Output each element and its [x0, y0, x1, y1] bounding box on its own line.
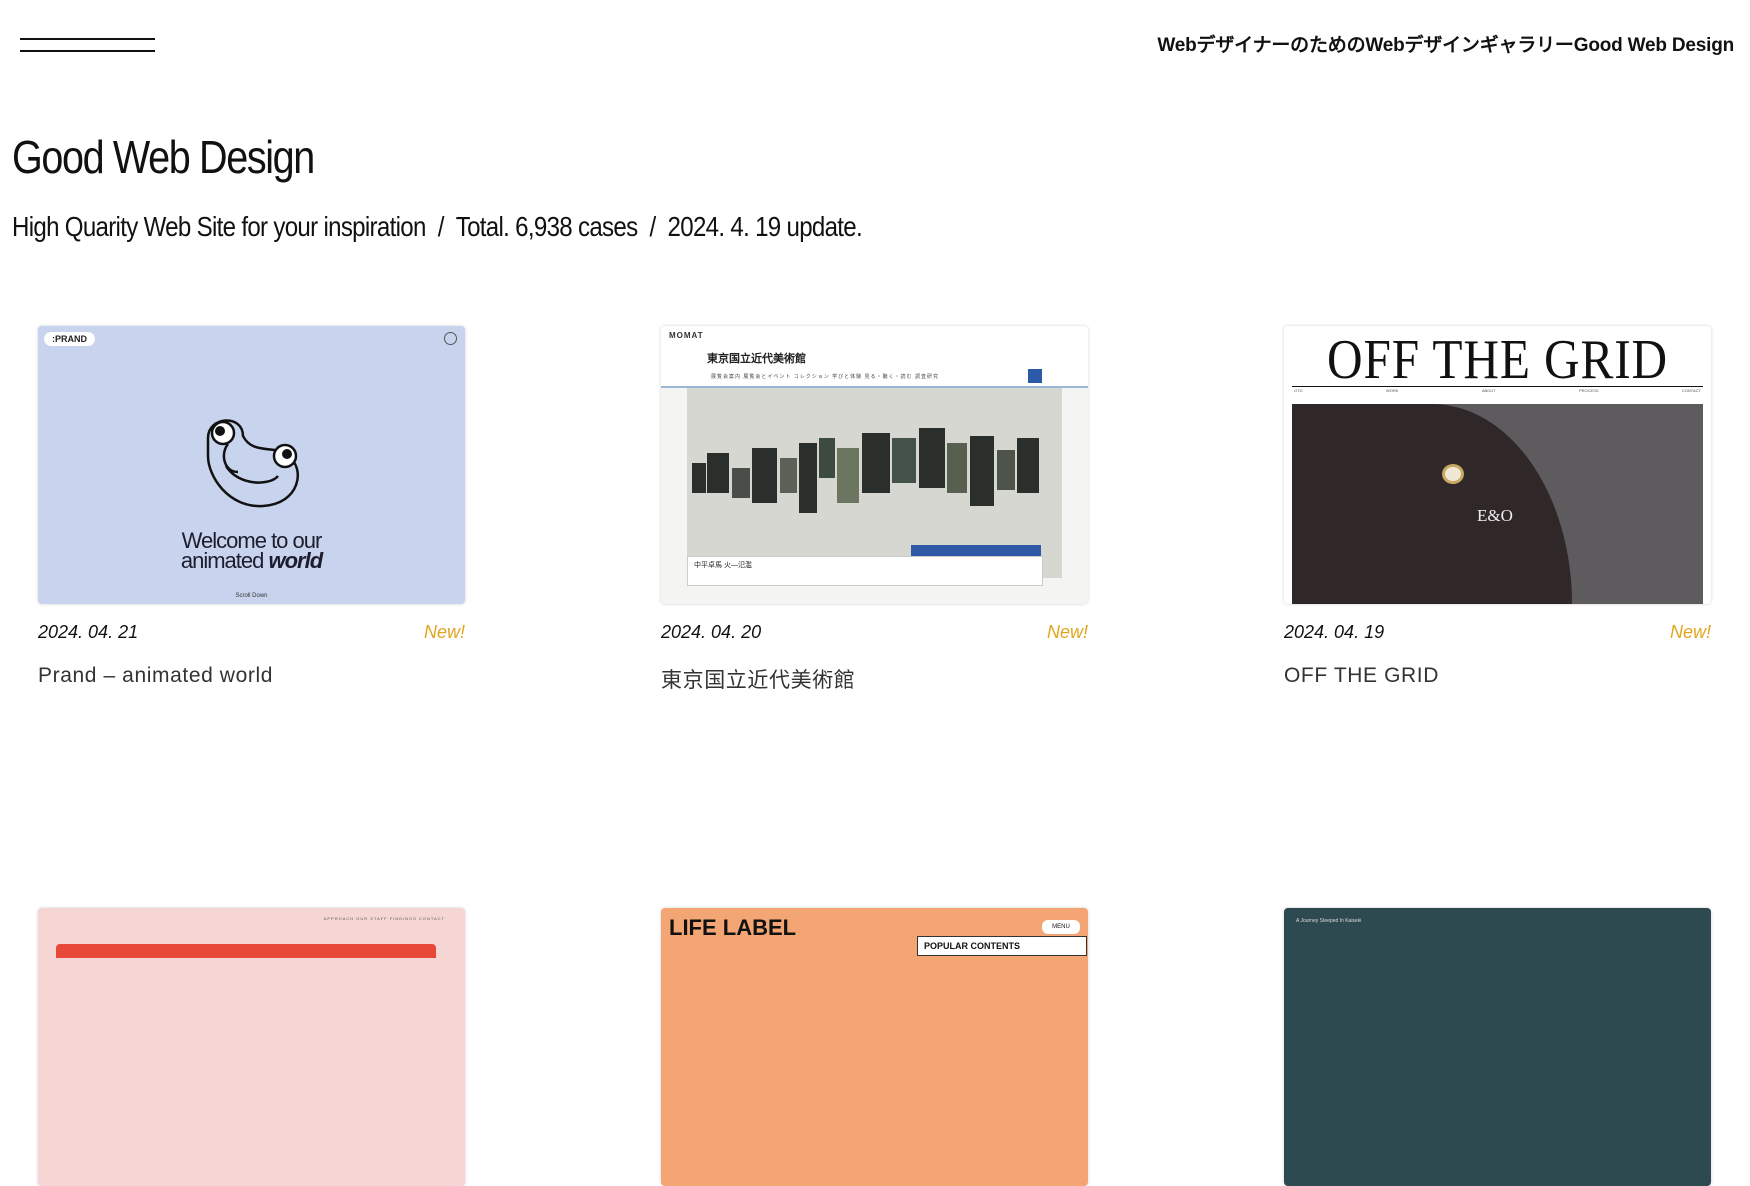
ring-detail [1442, 464, 1464, 484]
card-title[interactable]: 東京国立近代美術館 [661, 664, 1088, 694]
hamburger-bar [20, 50, 155, 52]
gallery-card[interactable]: OFF THE GRID OTG WORK ABOUT PROCESS CONTACT … [1284, 326, 1711, 688]
museum-nav: 展覧会案内 展覧会とイベント コレクション 学びと体験 見る・聴く・読む 調査研… [711, 374, 939, 380]
gallery-card[interactable]: APPROACH OUR STAFF FINDINGS CONTACT [38, 908, 465, 1186]
portrait-photo: E&O [1292, 404, 1703, 604]
card-title[interactable]: OFF THE GRID [1284, 664, 1711, 688]
exhibition-date-bar [911, 545, 1041, 556]
card-meta: 2024. 04. 21 New! [38, 622, 465, 652]
site-header: WebデザイナーのためのWebデザインギャラリーGood Web Design [0, 0, 1750, 90]
subtitle-separator: / [649, 211, 657, 242]
subtitle-update: 2024. 4. 19 update. [667, 211, 863, 242]
museum-logo: MOMAT [669, 331, 704, 340]
card-thumbnail[interactable]: :PRAND Welcome to our animated world Scr… [38, 326, 465, 604]
scroll-down-hint: Scroll Down [235, 593, 268, 599]
card-thumbnail[interactable]: OFF THE GRID OTG WORK ABOUT PROCESS CONTACT … [1284, 326, 1711, 604]
portrait-figure [1292, 404, 1572, 604]
subtitle-total: Total. 6,938 cases [455, 211, 638, 242]
hamburger-icon[interactable] [20, 36, 155, 56]
museum-name: 東京国立近代美術館 [707, 353, 806, 365]
subtitle-tagline: High Quarity Web Site for your inspirati… [12, 211, 426, 242]
card-date: 2024. 04. 19 [1284, 622, 1385, 642]
exhibition-caption: 中平卓馬 火―氾濫 [687, 556, 1043, 586]
hamburger-bar [20, 38, 155, 40]
gallery-card[interactable]: :PRAND Welcome to our animated world Scr… [38, 326, 465, 688]
otg-headline: OFF THE GRID [1327, 329, 1668, 391]
card-thumbnail[interactable]: APPROACH OUR STAFF FINDINGS CONTACT [38, 908, 465, 1186]
card-title[interactable]: Prand – animated world [38, 664, 465, 688]
page-title: Good Web Design [12, 131, 315, 183]
thumb-logo: LIFE LABEL [669, 915, 797, 940]
site-tagline-link[interactable]: WebデザイナーのためのWebデザインギャラリーGood Web Design [1157, 30, 1734, 57]
thumb-popular: POPULAR CONTENTS [917, 936, 1087, 956]
thumb-menu: MENU [1042, 920, 1080, 934]
card-date: 2024. 04. 20 [661, 622, 762, 642]
new-badge: New! [1046, 622, 1088, 642]
divider [1292, 386, 1703, 387]
card-thumbnail[interactable]: A Journey Steeped In Kaiseki [1284, 908, 1711, 1186]
thumb-intro: A Journey Steeped In Kaiseki [1296, 918, 1362, 924]
thumb-headline-shape [56, 944, 436, 958]
page-subtitle: High Quarity Web Site for your inspirati… [12, 211, 863, 243]
search-icon [1028, 369, 1042, 383]
card-thumbnail[interactable]: MOMAT 東京国立近代美術館 展覧会案内 展覧会とイベント コレクション 学び… [661, 326, 1088, 604]
card-thumbnail[interactable]: LIFE LABEL MENU POPULAR CONTENTS [661, 908, 1088, 1186]
otg-monogram: E&O [1477, 506, 1513, 525]
gallery-card[interactable]: A Journey Steeped In Kaiseki [1284, 908, 1711, 1186]
new-badge: New! [423, 622, 465, 642]
gallery-card[interactable]: MOMAT 東京国立近代美術館 展覧会案内 展覧会とイベント コレクション 学び… [661, 326, 1088, 694]
thumb-nav: APPROACH OUR STAFF FINDINGS CONTACT [323, 916, 445, 921]
prand-headline: Welcome to our animated world [180, 528, 323, 573]
subtitle-separator: / [437, 211, 445, 242]
new-badge: New! [1669, 622, 1711, 642]
gallery-card[interactable]: LIFE LABEL MENU POPULAR CONTENTS [661, 908, 1088, 1186]
card-meta: 2024. 04. 19 New! [1284, 622, 1711, 652]
museum-header: MOMAT 東京国立近代美術館 展覧会案内 展覧会とイベント コレクション 学び… [661, 326, 1088, 388]
card-meta: 2024. 04. 20 New! [661, 622, 1088, 652]
card-date: 2024. 04. 21 [38, 622, 139, 642]
otg-nav: OTG WORK ABOUT PROCESS CONTACT [1294, 388, 1701, 393]
